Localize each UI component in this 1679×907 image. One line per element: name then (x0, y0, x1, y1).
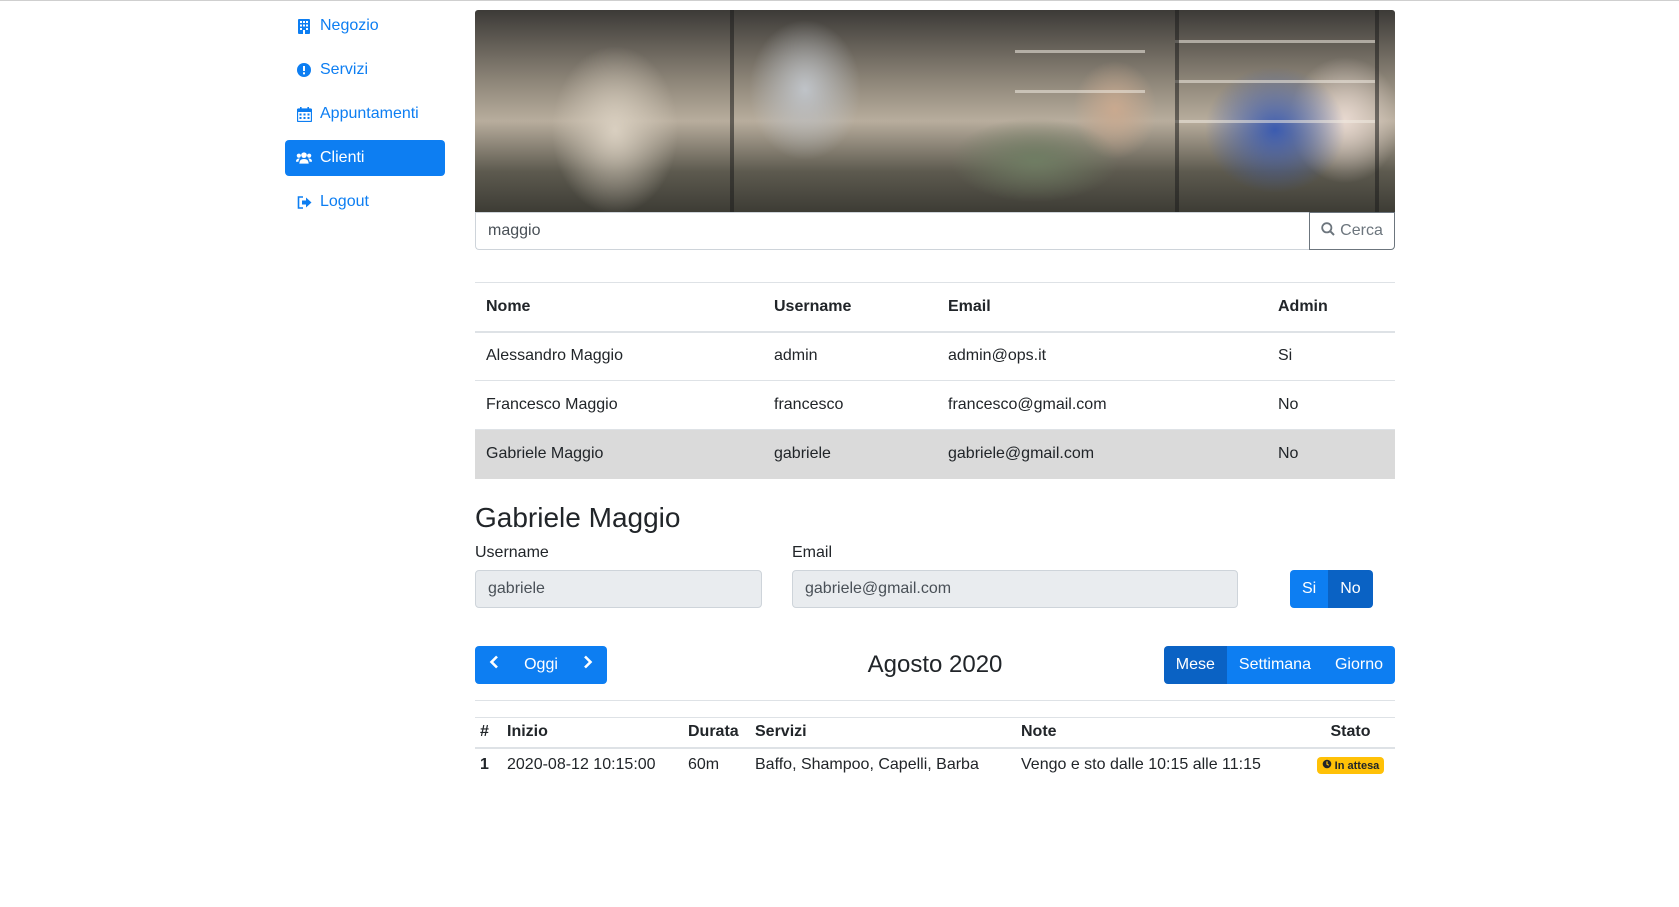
sidebar-item-appuntamenti[interactable]: Appuntamenti (285, 96, 445, 132)
username-field[interactable] (475, 569, 762, 608)
sidebar-item-servizi[interactable]: Servizi (285, 52, 445, 88)
cell-admin: No (1267, 380, 1395, 430)
table-row[interactable]: 1 2020-08-12 10:15:00 60m Baffo, Shampoo… (475, 748, 1395, 781)
cell-number: 1 (480, 756, 489, 773)
cell-note: Vengo e sto dalle 10:15 alle 11:15 (1021, 756, 1261, 773)
status-badge-label: In attesa (1334, 759, 1380, 772)
admin-yes-button[interactable]: Si (1290, 569, 1329, 608)
cell-servizi: Baffo, Shampoo, Capelli, Barba (755, 756, 979, 773)
sidebar-item-logout[interactable]: Logout (285, 184, 445, 220)
search-input[interactable] (475, 212, 1309, 250)
users-table: Nome Username Email Admin Alessandro Mag… (475, 282, 1395, 479)
cell-nome: Gabriele Maggio (475, 429, 763, 479)
hero-image (475, 10, 1395, 212)
cell-admin: No (1267, 429, 1395, 479)
view-month-button[interactable]: Mese (1163, 645, 1227, 684)
calendar-toolbar: Oggi Agosto 2020 Mese Settimana Giorno (475, 645, 1395, 684)
main-content: Cerca Nome Username Email Admin Alessand… (475, 10, 1395, 781)
column-header-nome: Nome (475, 282, 763, 333)
email-group: Email (792, 541, 1238, 608)
search-icon (1321, 221, 1335, 241)
cell-durata: 60m (688, 756, 720, 773)
sidebar-item-label: Negozio (320, 17, 379, 34)
sidebar-item-label: Clienti (320, 149, 365, 166)
cell-username: admin (763, 331, 937, 381)
cell-stato: In attesa (1306, 748, 1395, 781)
email-field[interactable] (792, 569, 1238, 608)
sidebar-item-label: Appuntamenti (320, 105, 419, 122)
cell-email: francesco@gmail.com (937, 380, 1267, 430)
column-header-note: Note (1016, 717, 1306, 749)
calendar-icon (296, 106, 312, 122)
exclamation-circle-icon (296, 62, 312, 78)
column-header-durata: Durata (683, 717, 750, 749)
column-header-stato: Stato (1306, 717, 1395, 749)
client-detail-title: Gabriele Maggio (475, 501, 681, 533)
sidebar-item-clienti[interactable]: Clienti (285, 140, 445, 176)
sidebar: Negozio Servizi Appuntamenti Clienti Log… (285, 8, 445, 228)
view-day-button[interactable]: Giorno (1322, 645, 1395, 684)
today-button[interactable]: Oggi (513, 645, 569, 684)
cell-nome: Alessandro Maggio (475, 331, 763, 381)
admin-toggle: Si No (1290, 569, 1373, 608)
table-row-selected[interactable]: Gabriele Maggio gabriele gabriele@gmail.… (475, 429, 1395, 479)
column-header-admin: Admin (1267, 282, 1395, 333)
table-header-row: Nome Username Email Admin (475, 282, 1395, 333)
column-header-number: # (475, 717, 502, 749)
next-button[interactable] (569, 645, 607, 684)
building-icon (296, 18, 312, 34)
client-detail-form: Username Email Si No (475, 541, 1395, 621)
sign-out-icon (296, 194, 312, 210)
column-header-username: Username (763, 282, 937, 333)
prev-button[interactable] (475, 645, 513, 684)
search-bar: Cerca (475, 212, 1395, 250)
column-header-inizio: Inizio (502, 717, 683, 749)
clock-icon (1322, 759, 1332, 772)
chevron-left-icon (489, 655, 499, 674)
cell-email: gabriele@gmail.com (937, 429, 1267, 479)
chevron-right-icon (583, 655, 593, 674)
cell-username: francesco (763, 380, 937, 430)
appointments-table: # Inizio Durata Servizi Note Stato 1 202… (475, 716, 1395, 782)
calendar-nav-group: Oggi (475, 645, 607, 684)
sidebar-item-negozio[interactable]: Negozio (285, 8, 445, 44)
users-icon (296, 150, 312, 166)
cell-inizio: 2020-08-12 10:15:00 (507, 756, 656, 773)
cell-admin: Si (1267, 331, 1395, 381)
table-row[interactable]: Francesco Maggio francesco francesco@gma… (475, 380, 1395, 430)
view-week-button[interactable]: Settimana (1226, 645, 1323, 684)
table-row[interactable]: Alessandro Maggio admin admin@ops.it Si (475, 331, 1395, 381)
cell-nome: Francesco Maggio (475, 380, 763, 430)
cell-email: admin@ops.it (937, 331, 1267, 381)
sidebar-item-label: Servizi (320, 61, 369, 78)
calendar-view-group: Mese Settimana Giorno (1163, 645, 1395, 684)
sidebar-item-label: Logout (320, 193, 369, 210)
email-label: Email (792, 543, 833, 561)
search-button-label: Cerca (1340, 222, 1383, 239)
table-header-row: # Inizio Durata Servizi Note Stato (475, 717, 1395, 749)
admin-no-button[interactable]: No (1328, 569, 1373, 608)
cell-username: gabriele (763, 429, 937, 479)
username-label: Username (475, 543, 549, 561)
top-border (0, 0, 1679, 1)
divider (475, 699, 1395, 701)
status-badge: In attesa (1316, 757, 1385, 774)
column-header-servizi: Servizi (750, 717, 1016, 749)
username-group: Username (475, 541, 762, 608)
column-header-email: Email (937, 282, 1267, 333)
search-button[interactable]: Cerca (1309, 212, 1395, 250)
